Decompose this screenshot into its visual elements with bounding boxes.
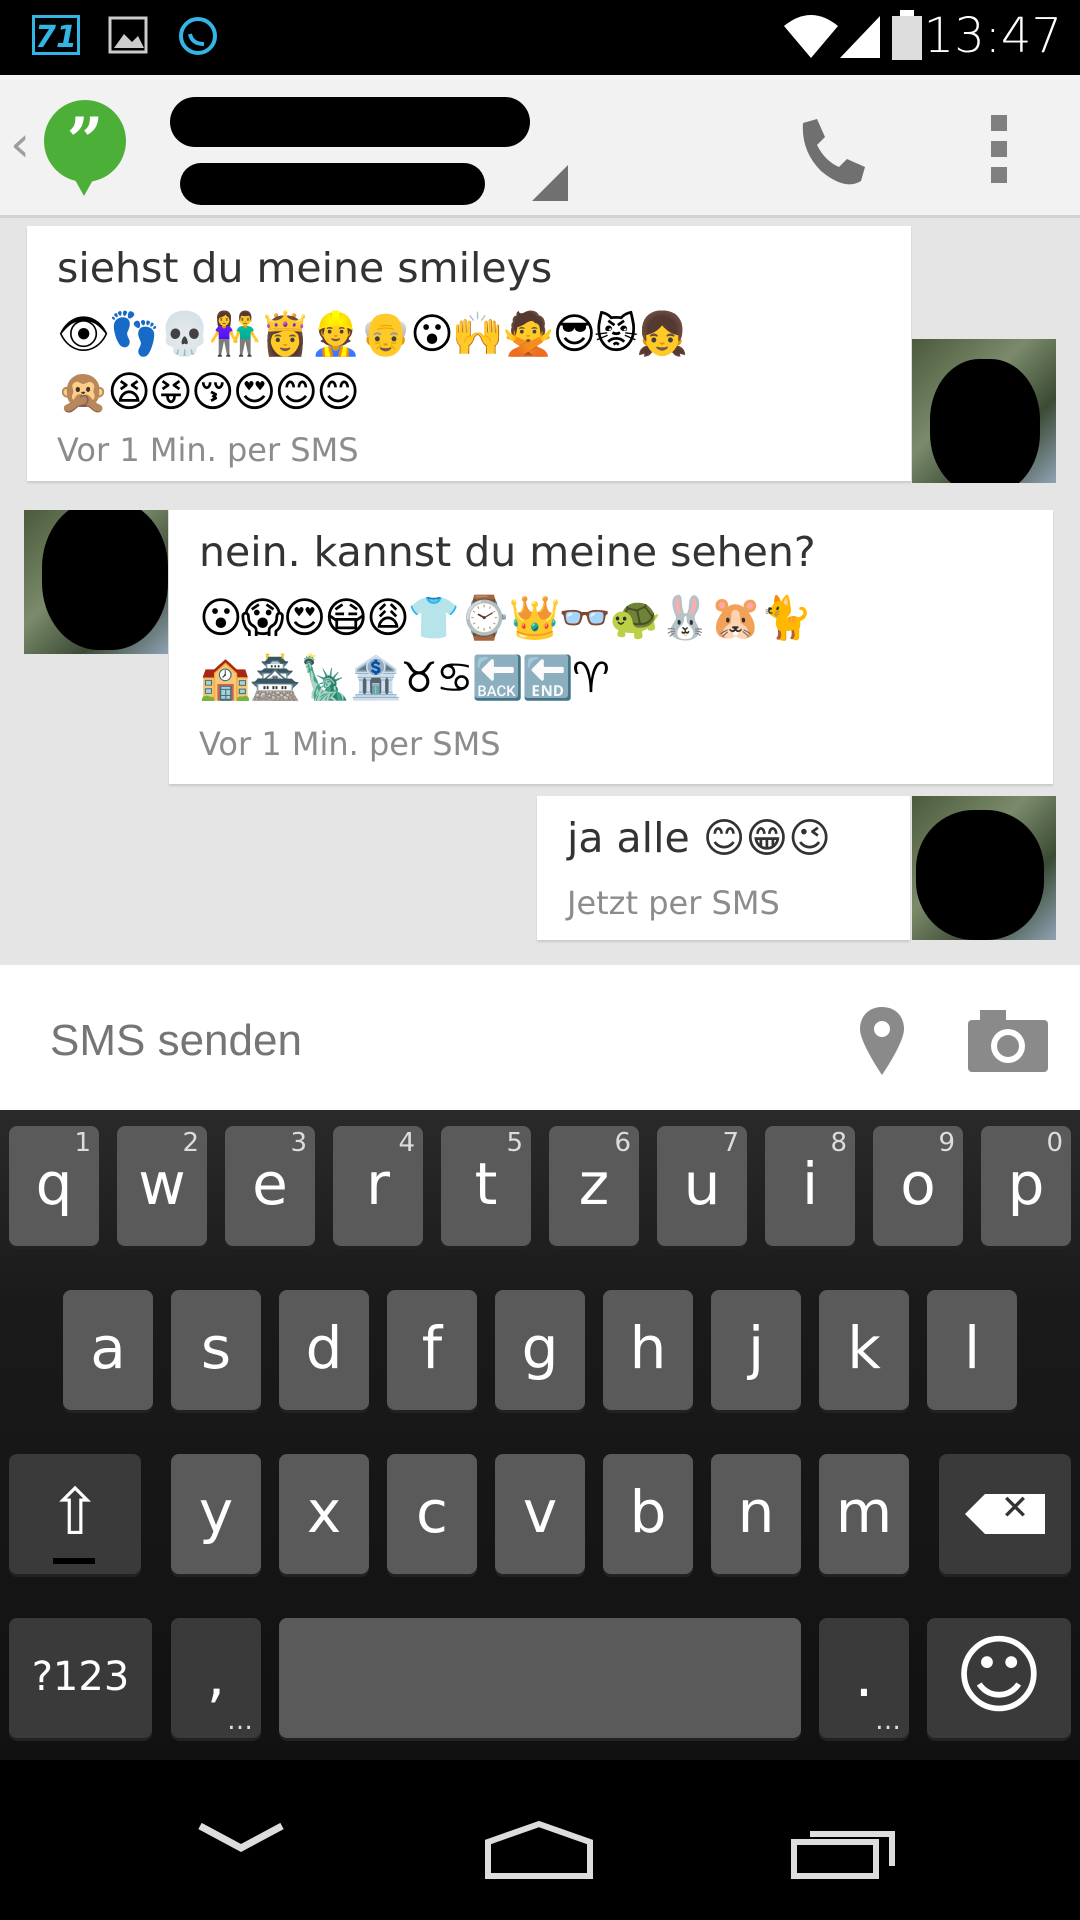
recent-apps-icon[interactable] <box>790 1820 900 1880</box>
smiley-icon: ☺ <box>954 1626 1044 1726</box>
home-icon[interactable] <box>484 1820 594 1880</box>
message-bubble[interactable]: nein. kannst du meine sehen? 😮😱😍😷😩👕⌚👑👓🐢🐰… <box>169 510 1053 784</box>
avatar[interactable] <box>912 339 1056 483</box>
key-z[interactable]: 6z <box>549 1126 639 1246</box>
overflow-menu-icon[interactable] <box>985 115 1015 185</box>
delete-key[interactable]: ✕ <box>939 1454 1071 1574</box>
key-r[interactable]: 4r <box>333 1126 423 1246</box>
avatar[interactable] <box>912 796 1056 940</box>
back-chevron-icon[interactable]: ‹ <box>10 115 30 173</box>
key-h[interactable]: h <box>603 1290 693 1410</box>
contact-number-redacted[interactable] <box>180 163 485 205</box>
conversation-list[interactable]: siehst du meine smileys 👁👣💀👫👸👷👴😮🙌🙅😎😾👧 🙊😫… <box>0 218 1080 965</box>
notification-count-icon: 71 <box>32 15 80 55</box>
key-x[interactable]: x <box>279 1454 369 1574</box>
key-i[interactable]: 8i <box>765 1126 855 1246</box>
key-y[interactable]: y <box>171 1454 261 1574</box>
key-v[interactable]: v <box>495 1454 585 1574</box>
status-bar: 71 13:47 <box>0 0 1080 75</box>
key-b[interactable]: b <box>603 1454 693 1574</box>
key-a[interactable]: a <box>63 1290 153 1410</box>
period-key[interactable]: .… <box>819 1618 909 1738</box>
message-bubble[interactable]: siehst du meine smileys 👁👣💀👫👸👷👴😮🙌🙅😎😾👧 🙊😫… <box>27 226 911 481</box>
message-text: siehst du meine smileys <box>57 244 553 292</box>
phone-call-icon[interactable] <box>785 107 875 197</box>
battery-icon <box>892 10 922 60</box>
key-l[interactable]: l <box>927 1290 1017 1410</box>
key-t[interactable]: 5t <box>441 1126 531 1246</box>
emoji-row: 😮😱😍😷😩👕⌚👑👓🐢🐰🐹🐈 <box>199 593 812 642</box>
navigation-bar <box>0 1760 1080 1920</box>
emoji-key[interactable]: ☺ <box>927 1618 1071 1738</box>
wifi-icon <box>784 15 838 58</box>
avatar[interactable] <box>24 510 168 654</box>
message-timestamp: Vor 1 Min. per SMS <box>199 725 501 763</box>
contact-dropdown-icon[interactable] <box>532 165 568 201</box>
key-j[interactable]: j <box>711 1290 801 1410</box>
shift-icon: ⇧ <box>48 1476 102 1550</box>
whatsapp-icon <box>179 17 217 55</box>
comma-key[interactable]: ,… <box>171 1618 261 1738</box>
emoji-row: 🙊😫😝😚😍😊😊 <box>57 367 360 416</box>
gallery-icon <box>108 16 148 54</box>
hangouts-logo-icon[interactable]: ” <box>44 100 126 196</box>
sms-input[interactable] <box>48 1015 812 1067</box>
key-d[interactable]: d <box>279 1290 369 1410</box>
key-e[interactable]: 3e <box>225 1126 315 1246</box>
key-g[interactable]: g <box>495 1290 585 1410</box>
message-text: ja alle 😊😁😉 <box>567 814 831 862</box>
message-timestamp: Jetzt per SMS <box>567 884 780 922</box>
emoji-row: 👁👣💀👫👸👷👴😮🙌🙅😎😾👧 <box>57 309 688 358</box>
key-n[interactable]: n <box>711 1454 801 1574</box>
message-bubble[interactable]: ja alle 😊😁😉 Jetzt per SMS <box>537 796 910 940</box>
key-u[interactable]: 7u <box>657 1126 747 1246</box>
status-time: 13:47 <box>923 8 1062 64</box>
shift-key[interactable]: ⇧ <box>9 1454 141 1574</box>
key-p[interactable]: 0p <box>981 1126 1071 1246</box>
camera-icon[interactable] <box>968 1010 1048 1072</box>
key-f[interactable]: f <box>387 1290 477 1410</box>
signal-icon <box>840 16 880 58</box>
location-pin-icon[interactable] <box>858 1005 906 1077</box>
key-k[interactable]: k <box>819 1290 909 1410</box>
contact-name-redacted[interactable] <box>170 97 530 147</box>
key-c[interactable]: c <box>387 1454 477 1574</box>
message-text: nein. kannst du meine sehen? <box>199 528 816 576</box>
key-o[interactable]: 9o <box>873 1126 963 1246</box>
key-m[interactable]: m <box>819 1454 909 1574</box>
hide-keyboard-icon[interactable] <box>196 1820 286 1860</box>
space-bar[interactable] <box>279 1618 801 1738</box>
action-bar: ‹ ” <box>0 75 1080 218</box>
key-q[interactable]: 1q <box>9 1126 99 1246</box>
key-s[interactable]: s <box>171 1290 261 1410</box>
compose-bar <box>0 965 1080 1110</box>
symbols-key[interactable]: ?123 <box>9 1618 152 1738</box>
message-timestamp: Vor 1 Min. per SMS <box>57 431 359 469</box>
emoji-row: 🏫🏯🗽🏦♉♋🔙🔚♈ <box>199 653 610 702</box>
soft-keyboard: 1q 2w 3e 4r 5t 6z 7u 8i 9o 0p a s d f g … <box>0 1110 1080 1760</box>
key-w[interactable]: 2w <box>117 1126 207 1246</box>
